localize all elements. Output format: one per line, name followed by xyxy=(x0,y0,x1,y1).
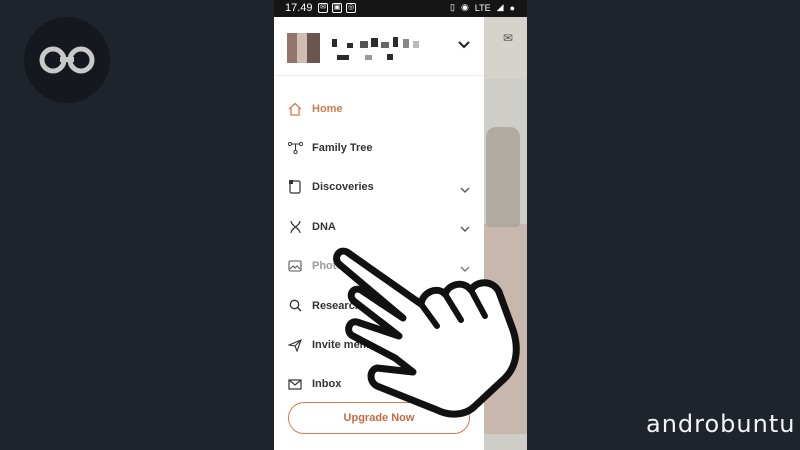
status-time: 17.49 xyxy=(285,2,313,14)
chevron-down-icon[interactable] xyxy=(458,36,470,54)
vibrate-icon: ▯ xyxy=(449,2,455,12)
background-photo xyxy=(486,127,520,227)
system-icons: ▯ ◉ LTE ◢ ● xyxy=(450,2,515,13)
battery-icon: ● xyxy=(509,2,515,13)
signal-icon: ◢ xyxy=(496,2,504,12)
dna-icon xyxy=(287,219,303,235)
menu-item-family-tree[interactable]: Family Tree xyxy=(274,128,484,167)
notification-icon: ▣ xyxy=(332,3,342,13)
menu-item-label: Family Tree xyxy=(312,142,373,155)
background-header xyxy=(484,17,527,79)
photos-icon xyxy=(287,258,303,274)
search-icon xyxy=(287,298,303,314)
infinity-logo-icon xyxy=(39,46,95,74)
pointing-hand-icon xyxy=(333,247,520,418)
send-icon xyxy=(287,337,303,353)
family-tree-icon xyxy=(287,140,303,156)
avatar[interactable] xyxy=(287,33,320,63)
menu-item-label: Discoveries xyxy=(312,181,374,194)
notification-icon: ✉ xyxy=(318,3,328,13)
status-bar: 17.49 ✉ ▣ ◎ ▯ ◉ LTE ◢ ● xyxy=(274,0,527,17)
mail-icon xyxy=(287,376,303,392)
profile-header[interactable] xyxy=(274,17,484,76)
mail-icon[interactable]: ✉ xyxy=(503,31,513,45)
hotspot-icon: ◉ xyxy=(460,2,469,12)
discoveries-icon xyxy=(287,179,303,195)
menu-item-label: DNA xyxy=(312,220,336,233)
watermark-text: androbuntu xyxy=(646,410,796,438)
menu-item-home[interactable]: Home xyxy=(274,89,484,128)
chevron-down-icon[interactable] xyxy=(460,181,470,199)
pixelated-username xyxy=(329,35,439,63)
chevron-down-icon[interactable] xyxy=(460,220,470,238)
channel-logo xyxy=(24,17,110,103)
home-icon xyxy=(287,101,303,117)
notification-icon: ◎ xyxy=(346,3,356,13)
notification-icons: ✉ ▣ ◎ xyxy=(318,3,356,13)
menu-item-discoveries[interactable]: Discoveries xyxy=(274,168,484,207)
menu-item-label: Home xyxy=(312,102,343,115)
network-label: LTE xyxy=(474,2,491,13)
